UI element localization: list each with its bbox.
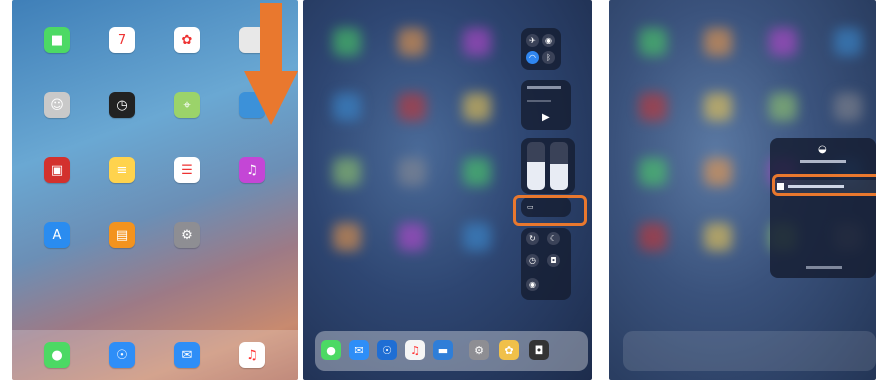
brightness-slider[interactable] — [527, 142, 545, 190]
blurred-app-icon — [398, 28, 426, 56]
blurred-app-icon — [834, 93, 862, 121]
gear-icon[interactable]: ⚙ — [174, 222, 200, 248]
dock: ● ✉ ☉ ♫ ▬ ⚙ ✿ ◘ — [315, 331, 588, 371]
home-screen-panel: ■ 7 ✿ ☺ ◷ ⌖ ▣ ≡ ☰ ♫ A ▤ ⚙ ● ☉ ✉ ♫ — [12, 0, 298, 380]
do-not-disturb-icon[interactable]: ☾ — [547, 232, 560, 245]
calendar-icon[interactable]: 7 — [109, 27, 135, 53]
screen-mirroring-menu: ◒ — [770, 138, 876, 278]
blurred-app-icon — [769, 28, 797, 56]
progress-bar[interactable] — [527, 100, 551, 102]
blurred-app-icon — [333, 223, 361, 251]
play-icon[interactable]: ▶ — [542, 112, 550, 123]
stop-mirroring-button[interactable] — [806, 266, 842, 269]
rotation-lock-icon[interactable]: ↻ — [526, 232, 539, 245]
bluetooth-icon[interactable]: ᛒ — [542, 51, 555, 64]
blurred-app-icon — [639, 223, 667, 251]
blurred-app-icon — [463, 93, 491, 121]
blurred-app-icon — [704, 28, 732, 56]
envelope-icon[interactable]: ✉ — [174, 342, 200, 368]
arrow-head-icon — [244, 71, 298, 125]
blurred-app-icon — [834, 28, 862, 56]
chat-bubble-icon[interactable]: ● — [321, 340, 341, 360]
music-note-icon[interactable]: ♫ — [405, 340, 425, 360]
airplane-mode-icon[interactable]: ✈ — [526, 34, 539, 47]
blurred-app-icon — [333, 28, 361, 56]
airplay-icon: ◒ — [818, 144, 827, 155]
cellular-icon[interactable]: ◉ — [542, 34, 555, 47]
contacts-icon[interactable]: ☺ — [44, 92, 70, 118]
blurred-app-icon — [704, 93, 732, 121]
dock — [623, 331, 876, 371]
blurred-app-icon — [769, 93, 797, 121]
blurred-app-icon — [333, 158, 361, 186]
book-icon[interactable]: ▤ — [109, 222, 135, 248]
gear-icon[interactable]: ⚙ — [469, 340, 489, 360]
blurred-app-icon — [398, 93, 426, 121]
compass-icon[interactable]: ☉ — [377, 340, 397, 360]
screen-mirroring-highlight — [513, 195, 587, 226]
record-icon[interactable]: ◉ — [526, 278, 539, 291]
camera-icon[interactable]: ◘ — [547, 254, 560, 267]
menu-title — [800, 160, 846, 163]
blurred-app-icon — [333, 93, 361, 121]
app-store-icon[interactable]: A — [44, 222, 70, 248]
notes-icon[interactable]: ≡ — [109, 157, 135, 183]
blurred-app-icon — [398, 223, 426, 251]
photo-booth-icon[interactable]: ▣ — [44, 157, 70, 183]
track-title — [527, 86, 561, 89]
screen-mirroring-panel: ◒ — [609, 0, 876, 380]
photos-icon[interactable]: ✿ — [174, 27, 200, 53]
blurred-app-icon — [639, 93, 667, 121]
maps-icon[interactable]: ⌖ — [174, 92, 200, 118]
compass-icon[interactable]: ☉ — [109, 342, 135, 368]
envelope-icon[interactable]: ✉ — [349, 340, 369, 360]
camera-icon[interactable]: ◘ — [529, 340, 549, 360]
swipe-down-arrow-icon — [260, 3, 282, 71]
blurred-app-icon — [463, 223, 491, 251]
status-bar — [12, 0, 298, 10]
device-row-highlight — [772, 174, 876, 196]
timer-icon[interactable]: ◷ — [526, 254, 539, 267]
clock-icon[interactable]: ◷ — [109, 92, 135, 118]
blurred-app-icon — [398, 158, 426, 186]
music-note-icon[interactable]: ♫ — [239, 342, 265, 368]
blurred-app-icon — [704, 158, 732, 186]
reminders-icon[interactable]: ☰ — [174, 157, 200, 183]
folder-icon[interactable]: ▬ — [433, 340, 453, 360]
toggle-group: ↻ ☾ ◷ ◘ ◉ — [521, 228, 571, 300]
chat-bubble-icon[interactable]: ● — [44, 342, 70, 368]
video-camera-icon[interactable]: ■ — [44, 27, 70, 53]
music-note-icon[interactable]: ♫ — [239, 157, 265, 183]
connectivity-group: ✈ ◉ ◠ ᛒ — [521, 28, 561, 70]
photos-icon[interactable]: ✿ — [499, 340, 519, 360]
blurred-app-icon — [639, 158, 667, 186]
home-dock: ● ☉ ✉ ♫ — [12, 330, 298, 380]
blurred-app-icon — [463, 158, 491, 186]
blurred-app-icon — [704, 223, 732, 251]
wifi-icon[interactable]: ◠ — [526, 51, 539, 64]
volume-slider[interactable] — [550, 142, 568, 190]
blurred-app-icon — [463, 28, 491, 56]
music-control: ▶ — [521, 80, 571, 130]
blurred-app-icon — [639, 28, 667, 56]
control-center-panel: ✈ ◉ ◠ ᛒ ▶ ▭ ↻ ☾ ◷ ◘ ◉ ● ✉ ☉ ♫ ▬ ⚙ ✿ ◘ — [303, 0, 592, 380]
slider-group — [521, 138, 575, 194]
